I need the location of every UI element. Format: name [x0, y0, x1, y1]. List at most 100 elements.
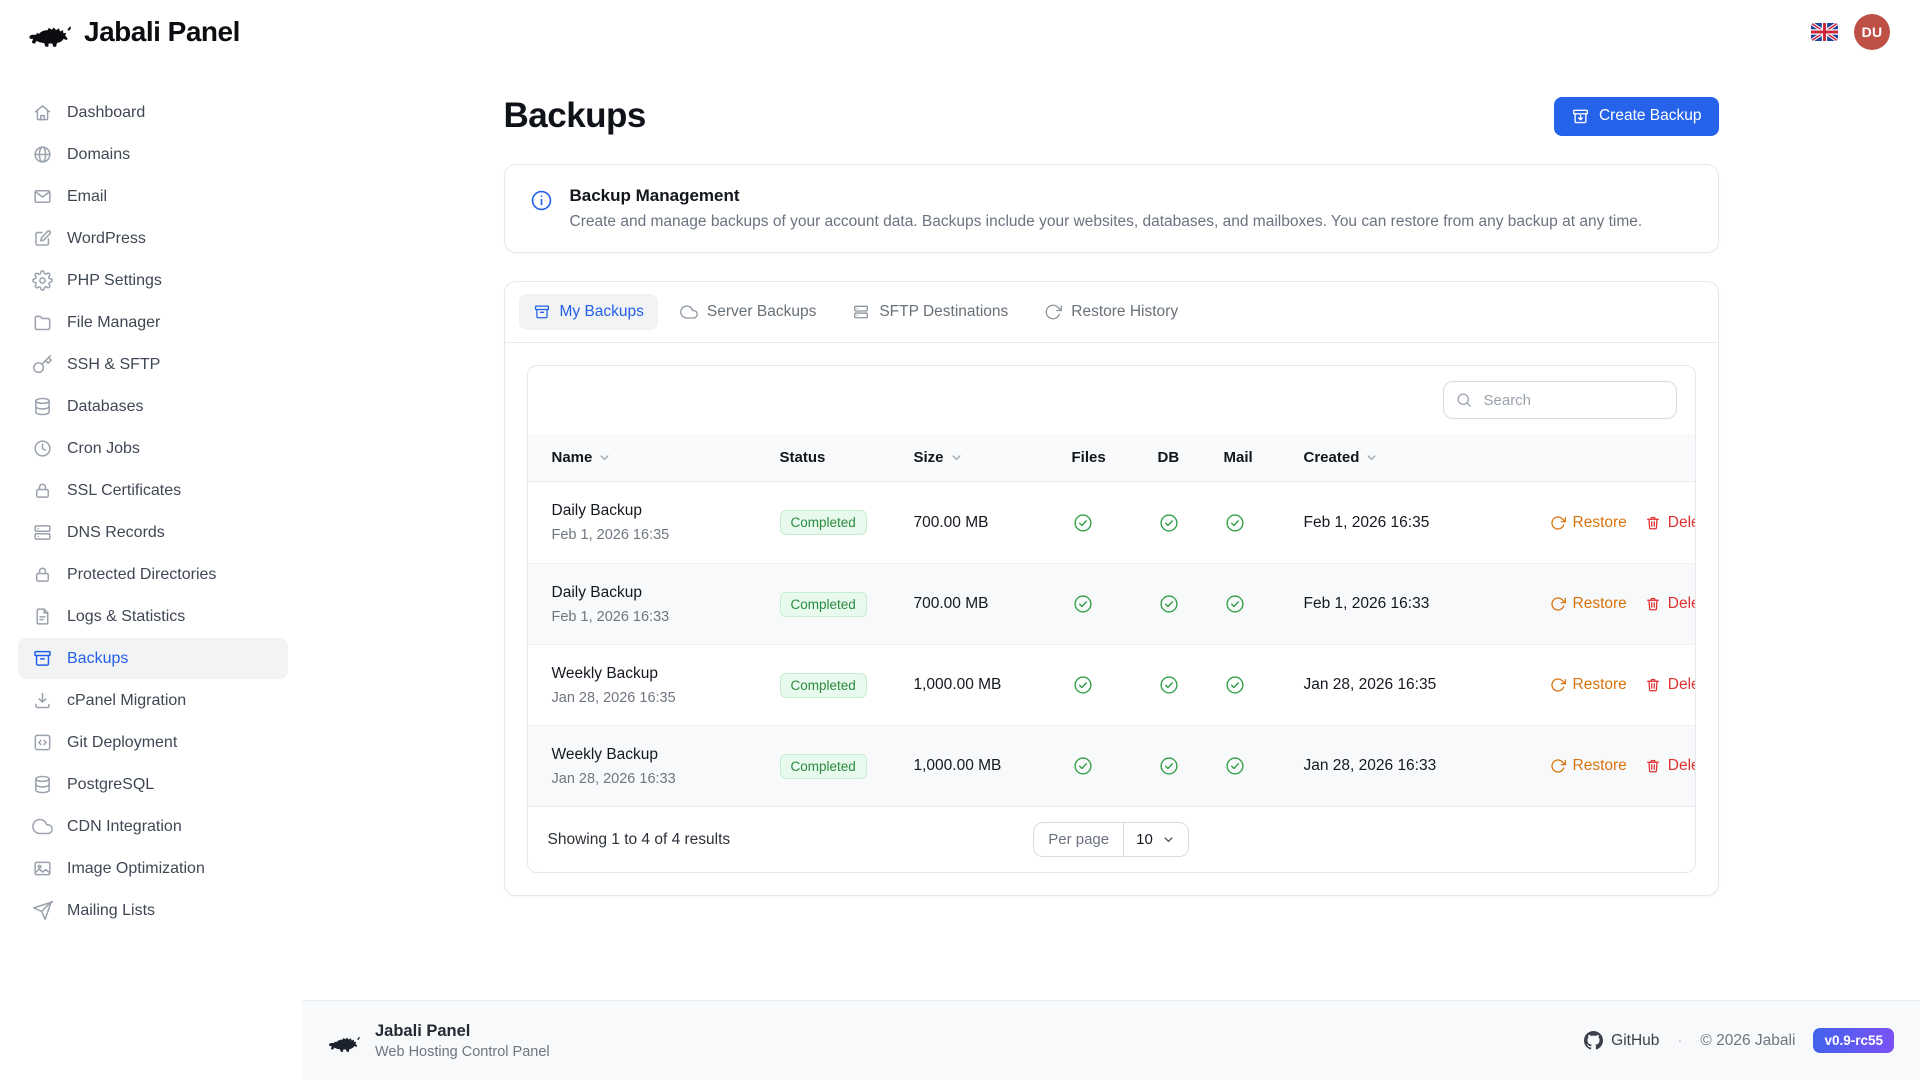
column-header-db: DB [1158, 449, 1224, 466]
column-label: Files [1072, 449, 1106, 466]
backup-size: 700.00 MB [914, 514, 1072, 532]
main-area: Backups Create Backup Backup Management … [302, 64, 1920, 1080]
sidebar-item-cpanel-migration[interactable]: cPanel Migration [18, 680, 288, 721]
home-icon [32, 102, 53, 123]
backup-date: Feb 1, 2026 16:33 [552, 609, 780, 625]
create-backup-label: Create Backup [1599, 107, 1702, 125]
delete-label: Delete [1668, 595, 1696, 613]
column-header-created[interactable]: Created [1304, 449, 1550, 466]
column-header-size[interactable]: Size [914, 449, 1072, 466]
backup-created: Feb 1, 2026 16:35 [1304, 514, 1550, 532]
restore-button[interactable]: Restore [1550, 595, 1627, 613]
cloud-icon [32, 816, 53, 837]
restore-button[interactable]: Restore [1550, 676, 1627, 694]
page-title: Backups [504, 96, 646, 136]
sidebar-item-databases[interactable]: Databases [18, 386, 288, 427]
column-header-status: Status [780, 449, 914, 466]
download-icon [32, 690, 53, 711]
restore-button[interactable]: Restore [1550, 514, 1627, 532]
backups-panel: My Backups Server Backups SFTP Destination… [504, 281, 1719, 896]
send-icon [32, 900, 53, 921]
backup-name: Weekly Backup [552, 746, 780, 764]
tab-restore-history[interactable]: Restore History [1030, 294, 1192, 330]
version-badge: v0.9-rc55 [1813, 1028, 1894, 1053]
uk-flag-icon [1811, 23, 1838, 41]
backup-name: Weekly Backup [552, 665, 780, 683]
sidebar-item-ssh-sftp[interactable]: SSH & SFTP [18, 344, 288, 385]
user-avatar[interactable]: DU [1854, 14, 1890, 50]
language-flag-button[interactable] [1811, 23, 1838, 41]
check-circle-icon [1224, 755, 1246, 777]
status-badge: Completed [780, 510, 867, 535]
restore-button[interactable]: Restore [1550, 757, 1627, 775]
boar-icon [28, 15, 74, 49]
tab-label: SFTP Destinations [879, 303, 1008, 321]
copyright: © 2026 Jabali [1700, 1032, 1795, 1050]
sidebar-item-git-deployment[interactable]: Git Deployment [18, 722, 288, 763]
backup-name: Daily Backup [552, 502, 780, 520]
chevron-down-icon [1161, 832, 1176, 847]
column-header-name[interactable]: Name [552, 449, 780, 466]
sidebar-item-postgresql[interactable]: PostgreSQL [18, 764, 288, 805]
tab-label: My Backups [560, 303, 644, 321]
files-included-check [1072, 755, 1158, 777]
tab-label: Restore History [1071, 303, 1178, 321]
github-link[interactable]: GitHub [1584, 1031, 1659, 1050]
per-page-select[interactable]: 10 [1124, 823, 1188, 856]
delete-button[interactable]: Delete [1645, 595, 1696, 613]
app-logo[interactable]: Jabali Panel [28, 15, 240, 49]
sidebar-item-protected-directories[interactable]: Protected Directories [18, 554, 288, 595]
tab-my-backups[interactable]: My Backups [519, 294, 658, 330]
db-included-check [1158, 674, 1224, 696]
sidebar: Dashboard Domains EmailWordPressPHP Settin… [0, 64, 302, 1080]
sidebar-item-logs-statistics[interactable]: Logs & Statistics [18, 596, 288, 637]
status-badge: Completed [780, 592, 867, 617]
archive-down-icon [1571, 107, 1590, 126]
tab-server-backups[interactable]: Server Backups [666, 294, 830, 330]
delete-label: Delete [1668, 514, 1696, 532]
refresh-icon [1550, 596, 1566, 612]
per-page-value: 10 [1136, 831, 1153, 848]
sidebar-item-php-settings[interactable]: PHP Settings [18, 260, 288, 301]
sidebar-item-label: Domains [67, 146, 130, 164]
archive-icon [533, 303, 551, 321]
info-description: Create and manage backups of your accoun… [570, 213, 1643, 231]
sidebar-item-domains[interactable]: Domains [18, 134, 288, 175]
column-label: Size [914, 449, 944, 466]
table-row: Weekly BackupJan 28, 2026 16:35Completed… [528, 644, 1695, 725]
delete-button[interactable]: Delete [1645, 757, 1696, 775]
sidebar-item-email[interactable]: Email [18, 176, 288, 217]
sidebar-item-mailing-lists[interactable]: Mailing Lists [18, 890, 288, 931]
sidebar-item-dashboard[interactable]: Dashboard [18, 92, 288, 133]
column-header-files: Files [1072, 449, 1158, 466]
tab-sftp-destinations[interactable]: SFTP Destinations [838, 294, 1022, 330]
sidebar-item-label: Protected Directories [67, 566, 216, 584]
trash-icon [1645, 596, 1661, 612]
sidebar-item-label: DNS Records [67, 524, 165, 542]
search-input[interactable] [1443, 381, 1677, 419]
sidebar-item-file-manager[interactable]: File Manager [18, 302, 288, 343]
sidebar-item-ssl-certificates[interactable]: SSL Certificates [18, 470, 288, 511]
column-label: Status [780, 449, 826, 466]
mail-included-check [1224, 755, 1304, 777]
github-icon [1584, 1031, 1603, 1050]
code-square-icon [32, 732, 53, 753]
db-included-check [1158, 593, 1224, 615]
sidebar-item-wordpress[interactable]: WordPress [18, 218, 288, 259]
sidebar-item-image-optimization[interactable]: Image Optimization [18, 848, 288, 889]
delete-label: Delete [1668, 757, 1696, 775]
github-label: GitHub [1611, 1032, 1659, 1050]
delete-button[interactable]: Delete [1645, 676, 1696, 694]
sidebar-item-cdn-integration[interactable]: CDN Integration [18, 806, 288, 847]
files-included-check [1072, 512, 1158, 534]
table-row: Weekly BackupJan 28, 2026 16:33Completed… [528, 725, 1695, 806]
status-badge: Completed [780, 754, 867, 779]
chevron-down-icon [1161, 832, 1176, 847]
delete-button[interactable]: Delete [1645, 514, 1696, 532]
check-circle-icon [1158, 593, 1180, 615]
footer: Jabali Panel Web Hosting Control Panel G… [302, 1000, 1920, 1080]
sidebar-item-dns-records[interactable]: DNS Records [18, 512, 288, 553]
sidebar-item-cron-jobs[interactable]: Cron Jobs [18, 428, 288, 469]
create-backup-button[interactable]: Create Backup [1554, 97, 1719, 136]
sidebar-item-backups[interactable]: Backups [18, 638, 288, 679]
